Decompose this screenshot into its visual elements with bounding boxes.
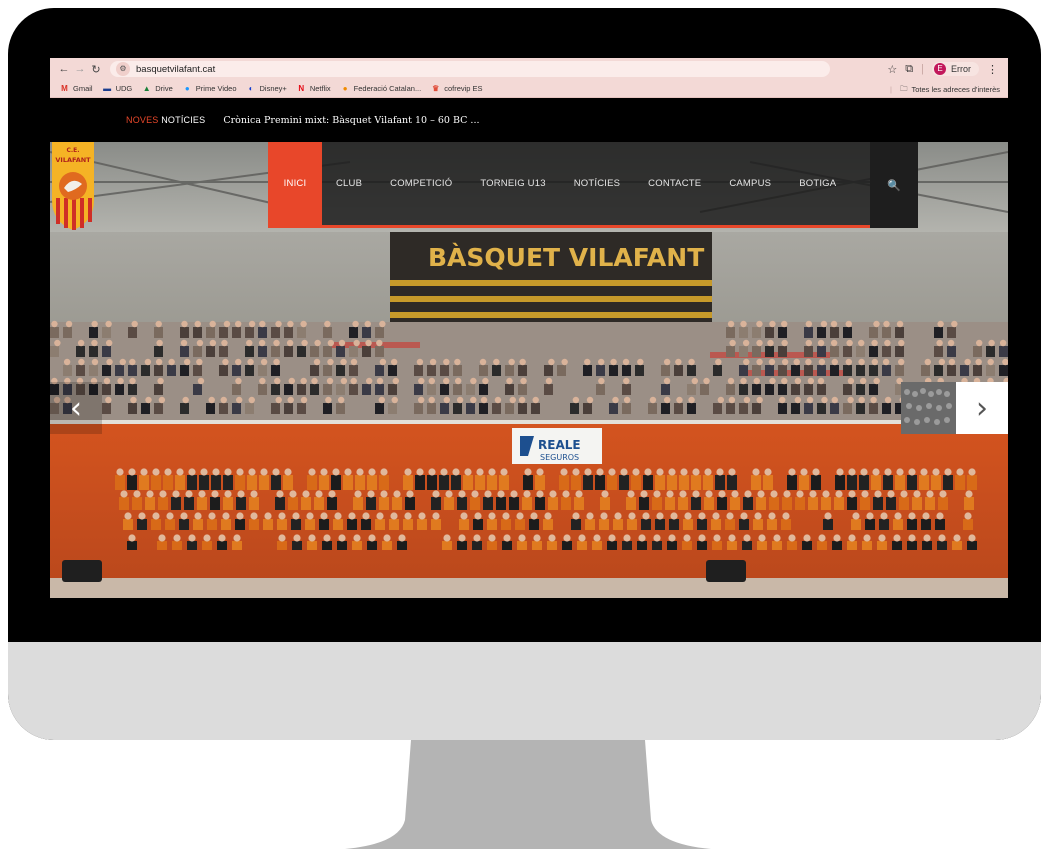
all-bookmarks-label: Totes les adreces d'interès <box>911 84 1000 94</box>
separator: | <box>921 63 924 75</box>
folder-icon: 🗀 <box>899 83 908 93</box>
nav-item-not-cies[interactable]: NOTÍCIES <box>560 142 634 225</box>
nav-item-campus[interactable]: CAMPUS <box>715 142 785 225</box>
nav-item-inici[interactable]: INICI <box>268 142 322 225</box>
bookmark-cofrevip-es[interactable]: ♛ cofrevip ES <box>431 84 482 93</box>
bookmark-label: Drive <box>155 84 173 93</box>
url-text: basquetvilafant.cat <box>136 63 216 75</box>
browser-actions: ☆ ⧉ | E Error ⋮ <box>887 58 1008 80</box>
bookmark-gmail[interactable]: M Gmail <box>60 84 93 93</box>
nav-item-club[interactable]: CLUB <box>322 142 376 225</box>
ticker-headline-link[interactable]: Crònica Premini mixt: Bàsquet Vilafant 1… <box>223 115 479 126</box>
website: NOVES NOTÍCIES Crònica Premini mixt: Bàs… <box>50 98 1008 598</box>
udg-icon: ▬ <box>103 84 112 93</box>
menu-kebab-icon[interactable]: ⋮ <box>987 63 998 76</box>
bookmark-disney[interactable]: ◐ Disney+ <box>247 84 287 93</box>
reload-icon[interactable]: ↻ <box>88 63 104 76</box>
slider-prev-button[interactable]: ‹ <box>50 382 102 434</box>
back-icon[interactable]: ← <box>56 63 72 75</box>
search-icon: 🔍 <box>887 179 901 192</box>
news-ticker: NOVES NOTÍCIES Crònica Premini mixt: Bàs… <box>50 98 1008 142</box>
sponsor-text-1: REALE <box>538 438 581 452</box>
bookmark-label: cofrevip ES <box>444 84 483 93</box>
desktop-scene: ← → ↻ ⚙ basquetvilafant.cat ☆ ⧉ | E Erro… <box>0 0 1041 849</box>
separator: | <box>889 84 892 94</box>
bookmark-label: UDG <box>115 84 133 93</box>
club-logo[interactable]: C.E. VILAFANT <box>50 142 96 232</box>
nav-item-torneig-u13[interactable]: TORNEIG U13 <box>466 142 559 225</box>
bookmark-label: Gmail <box>73 84 93 93</box>
nav-item-botiga[interactable]: BOTIGA <box>785 142 850 225</box>
hero-slider: BÀSQUET VILAFANT REALE SEGUROS C.E. VILA… <box>50 142 1008 598</box>
site-settings-icon[interactable]: ⚙ <box>116 62 130 76</box>
slider-next-button[interactable]: › <box>956 382 1008 434</box>
ticker-label: NOVES NOTÍCIES <box>126 115 205 125</box>
bookmark-udg[interactable]: ▬ UDG <box>103 84 133 93</box>
screen: ← → ↻ ⚙ basquetvilafant.cat ☆ ⧉ | E Erro… <box>50 58 1008 598</box>
profile-label: Error <box>951 64 971 74</box>
extensions-icon[interactable]: ⧉ <box>905 63 913 76</box>
disney-icon: ◐ <box>248 84 254 93</box>
ticker-label-red: NOVES <box>126 115 159 125</box>
address-bar[interactable]: ⚙ basquetvilafant.cat <box>110 61 830 77</box>
logo-text-top: C.E. <box>66 147 79 154</box>
forward-icon[interactable]: → <box>72 63 88 75</box>
bookmark-netflix[interactable]: N Netflix <box>297 84 331 93</box>
monitor-chin <box>8 642 1041 740</box>
sponsor-text-2: SEGUROS <box>540 453 579 462</box>
bookmark-prime-video[interactable]: ● Prime Video <box>183 84 237 93</box>
bookmark-drive[interactable]: ▲ Drive <box>142 84 173 93</box>
chevron-left-icon: ‹ <box>70 390 82 426</box>
search-button[interactable]: 🔍 <box>870 142 918 228</box>
bookmark-star-icon[interactable]: ☆ <box>887 63 897 76</box>
netflix-icon: N <box>298 84 305 93</box>
avatar: E <box>934 63 946 75</box>
nav-item-contacte[interactable]: CONTACTE <box>634 142 715 225</box>
bookmark-label: Prime Video <box>195 84 237 93</box>
browser-toolbar: ← → ↻ ⚙ basquetvilafant.cat ☆ ⧉ | E Erro… <box>50 58 1008 80</box>
nav-item-competici-[interactable]: COMPETICIÓ <box>376 142 466 225</box>
federacio-icon: ● <box>342 84 348 93</box>
all-bookmarks-button[interactable]: | 🗀 Totes les adreces d'interès <box>890 80 1000 98</box>
bookmark-label: Federació Catalan... <box>353 84 422 93</box>
logo-text-name: VILAFANT <box>55 156 91 164</box>
profile-button[interactable]: E Error <box>932 62 979 76</box>
monitor-stand <box>345 740 711 849</box>
ticker-label-white: NOTÍCIES <box>161 115 206 125</box>
slider-next-thumbnail[interactable] <box>901 382 956 434</box>
main-navigation: INICI CLUB COMPETICIÓ TORNEIG U13 NOTÍCIES CO… <box>268 142 918 228</box>
bookmark-label: Disney+ <box>259 84 287 93</box>
cofrevip-icon: ♛ <box>432 84 440 93</box>
gmail-icon: M <box>61 84 68 93</box>
bookmark-label: Netflix <box>309 84 331 93</box>
chevron-right-icon: › <box>976 390 988 426</box>
bookmark-federaci-catalan[interactable]: ● Federació Catalan... <box>341 84 422 93</box>
prime-video-icon: ● <box>184 84 190 93</box>
banner-text: BÀSQUET VILAFANT <box>428 243 704 272</box>
drive-icon: ▲ <box>142 84 151 93</box>
bookmarks-bar: M Gmail ▬ UDG ▲ Drive ● Prime Video ◐ Disney+ N Net… <box>50 80 1008 98</box>
